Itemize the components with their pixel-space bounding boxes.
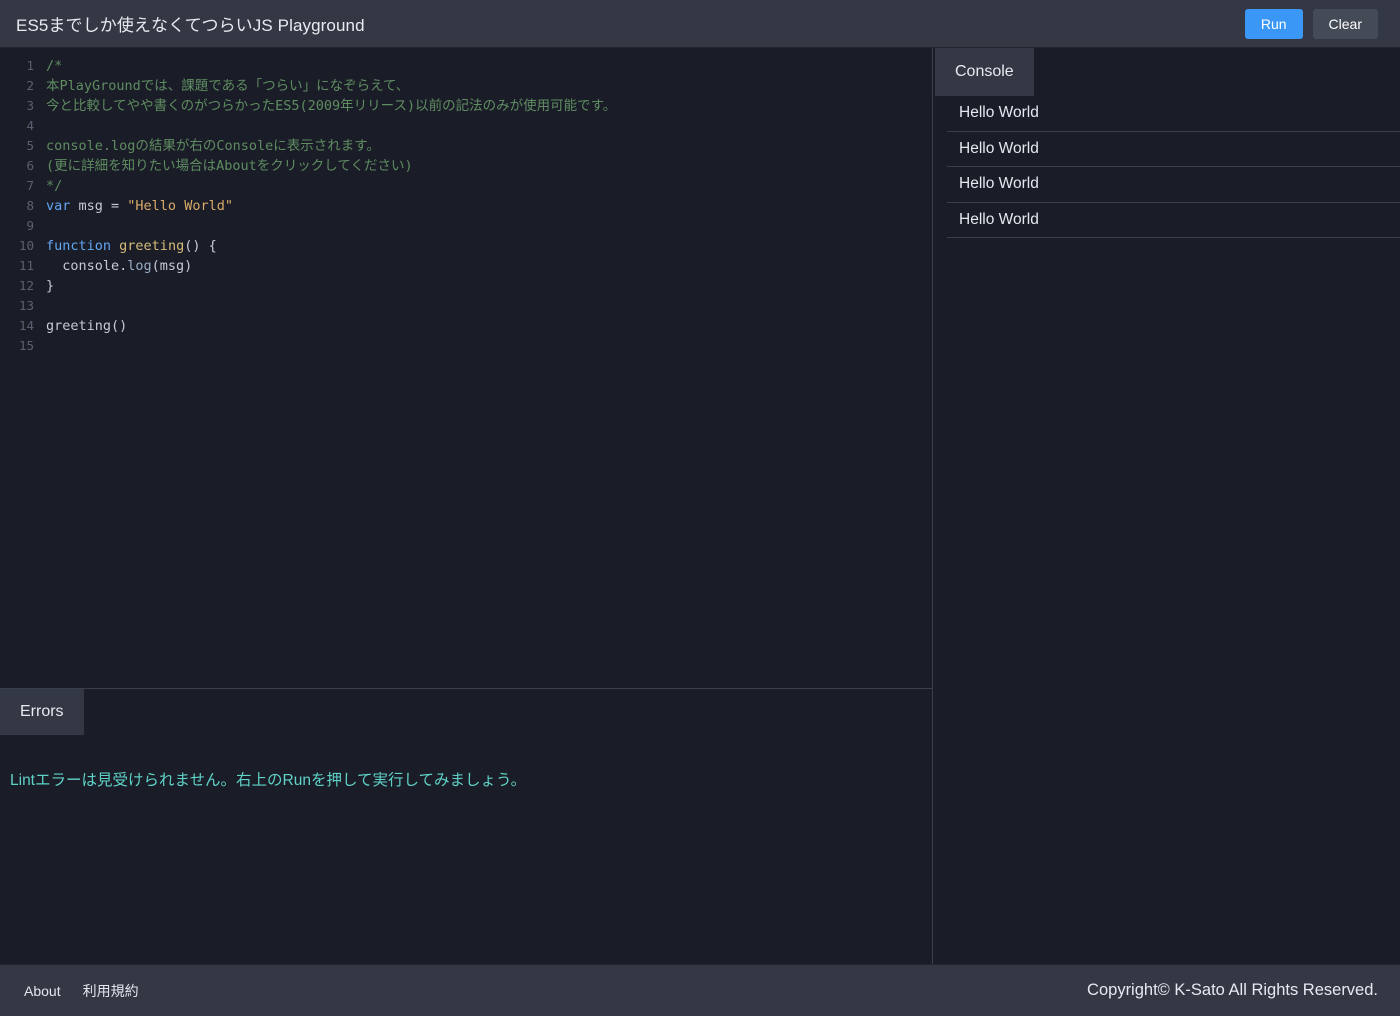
code-line: 6 (更に詳細を知りたい場合はAboutをクリックしてください) [0, 156, 932, 176]
code-token: 本PlayGroundでは、課題である「つらい」になぞらえて、 [46, 78, 410, 94]
app-header: ES5までしか使えなくてつらいJS Playground Run Clear [0, 0, 1400, 48]
line-number: 4 [26, 118, 34, 133]
console-column: Console Hello World Hello World Hello Worl… [933, 48, 1400, 964]
line-number: 2 [26, 78, 34, 93]
code-token: console.logの結果が右のConsoleに表示されます。 [46, 138, 380, 154]
code-token: (更に詳細を知りたい場合はAboutをクリックしてください) [46, 158, 413, 174]
code-line: 1 /* [0, 56, 932, 76]
console-output-list[interactable]: Hello World Hello World Hello World Hello W… [933, 96, 1400, 964]
code-line: 7 */ [0, 176, 932, 196]
line-content: } [40, 276, 54, 296]
code-token: */ [46, 178, 63, 194]
code-token: (msg) [151, 258, 193, 274]
code-line: 8 var msg = "Hello World" [0, 196, 932, 216]
code-token: greeting [119, 238, 185, 254]
line-content: greeting() [40, 316, 127, 336]
header-actions: Run Clear [1244, 8, 1378, 39]
errors-message: Lintエラーは見受けられません。右上のRunを押して実行してみましょう。 [10, 772, 527, 789]
code-line: 4 [0, 116, 932, 136]
app-root: ES5までしか使えなくてつらいJS Playground Run Clear 1… [0, 0, 1400, 1016]
code-editor[interactable]: 1 /* 2 本PlayGroundでは、課題である「つらい」になぞらえて、 3 今と比較… [0, 48, 932, 688]
line-number: 11 [18, 258, 34, 273]
line-number: 10 [18, 238, 34, 253]
code-token: greeting() [46, 318, 128, 334]
line-content: */ [40, 176, 62, 196]
code-line: 12} [0, 276, 932, 296]
code-line: 14 greeting() [0, 316, 932, 336]
code-token: "Hello World" [127, 198, 233, 214]
console-log-entry: Hello World [947, 167, 1400, 203]
line-number: 7 [26, 178, 34, 193]
footer-links: About 利用規約 [24, 981, 139, 1001]
tab-console[interactable]: Console [935, 48, 1034, 96]
line-number: 5 [26, 138, 34, 153]
code-token: () { [184, 238, 217, 254]
line-number: 8 [26, 198, 34, 213]
line-number: 13 [18, 298, 34, 313]
code-line: 11 console.log(msg) [0, 256, 932, 276]
code-line: 3 今と比較してやや書くのがつらかったES5(2009年リリース)以前の記法のみが… [0, 96, 932, 116]
footer-link-about[interactable]: About [24, 983, 61, 999]
code-line: 2 本PlayGroundでは、課題である「つらい」になぞらえて、 [0, 76, 932, 96]
errors-panel: Errors Lintエラーは見受けられません。右上のRunを押して実行してみま… [0, 688, 932, 964]
clear-button[interactable]: Clear [1312, 8, 1378, 39]
editor-column: 1 /* 2 本PlayGroundでは、課題である「つらい」になぞらえて、 3 今と比較… [0, 48, 933, 964]
code-token: console. [46, 258, 128, 274]
run-button[interactable]: Run [1244, 8, 1303, 39]
line-content: (更に詳細を知りたい場合はAboutをクリックしてください) [40, 156, 413, 176]
code-token: /* [46, 58, 63, 74]
code-token: msg = [70, 198, 128, 214]
code-line: 13 [0, 296, 932, 316]
line-number: 1 [26, 58, 34, 73]
footer-link-terms[interactable]: 利用規約 [83, 981, 139, 1001]
line-content: console.logの結果が右のConsoleに表示されます。 [40, 136, 380, 156]
line-content: /* [40, 56, 62, 76]
line-number: 3 [26, 98, 34, 113]
line-number: 12 [18, 278, 34, 293]
code-line: 15 [0, 336, 932, 356]
line-number: 15 [18, 338, 34, 353]
code-token: function [46, 238, 112, 254]
code-token: 今と比較してやや書くのがつらかったES5(2009年リリース)以前の記法のみが使… [46, 98, 617, 114]
console-log-entry: Hello World [947, 203, 1400, 238]
main-body: 1 /* 2 本PlayGroundでは、課題である「つらい」になぞらえて、 3 今と比較… [0, 48, 1400, 964]
line-content: 今と比較してやや書くのがつらかったES5(2009年リリース)以前の記法のみが使… [40, 96, 616, 116]
copyright-text: Copyright© K-Sato All Rights Reserved. [1087, 981, 1378, 999]
code-line: 5 console.logの結果が右のConsoleに表示されます。 [0, 136, 932, 156]
code-token: var [46, 198, 71, 214]
code-token: log [127, 258, 152, 274]
line-content: 本PlayGroundでは、課題である「つらい」になぞらえて、 [40, 76, 409, 96]
line-number: 14 [18, 318, 34, 333]
tab-errors[interactable]: Errors [0, 689, 84, 735]
console-log-entry: Hello World [947, 132, 1400, 167]
line-number: 9 [26, 218, 34, 233]
code-token: } [46, 278, 55, 294]
line-content: console.log(msg) [40, 256, 192, 276]
console-log-entry: Hello World [947, 96, 1400, 132]
line-content: function greeting() { [40, 236, 217, 256]
errors-body: Lintエラーは見受けられません。右上のRunを押して実行してみましょう。 [0, 735, 932, 964]
line-number: 6 [26, 158, 34, 173]
line-content: var msg = "Hello World" [40, 196, 233, 216]
code-line: 9 [0, 216, 932, 236]
errors-tabbar: Errors [0, 689, 932, 735]
app-footer: About 利用規約 Copyright© K-Sato All Rights R… [0, 964, 1400, 1016]
app-title: ES5までしか使えなくてつらいJS Playground [16, 16, 365, 35]
code-line: 10 function greeting() { [0, 236, 932, 256]
console-tabbar: Console [933, 48, 1400, 96]
